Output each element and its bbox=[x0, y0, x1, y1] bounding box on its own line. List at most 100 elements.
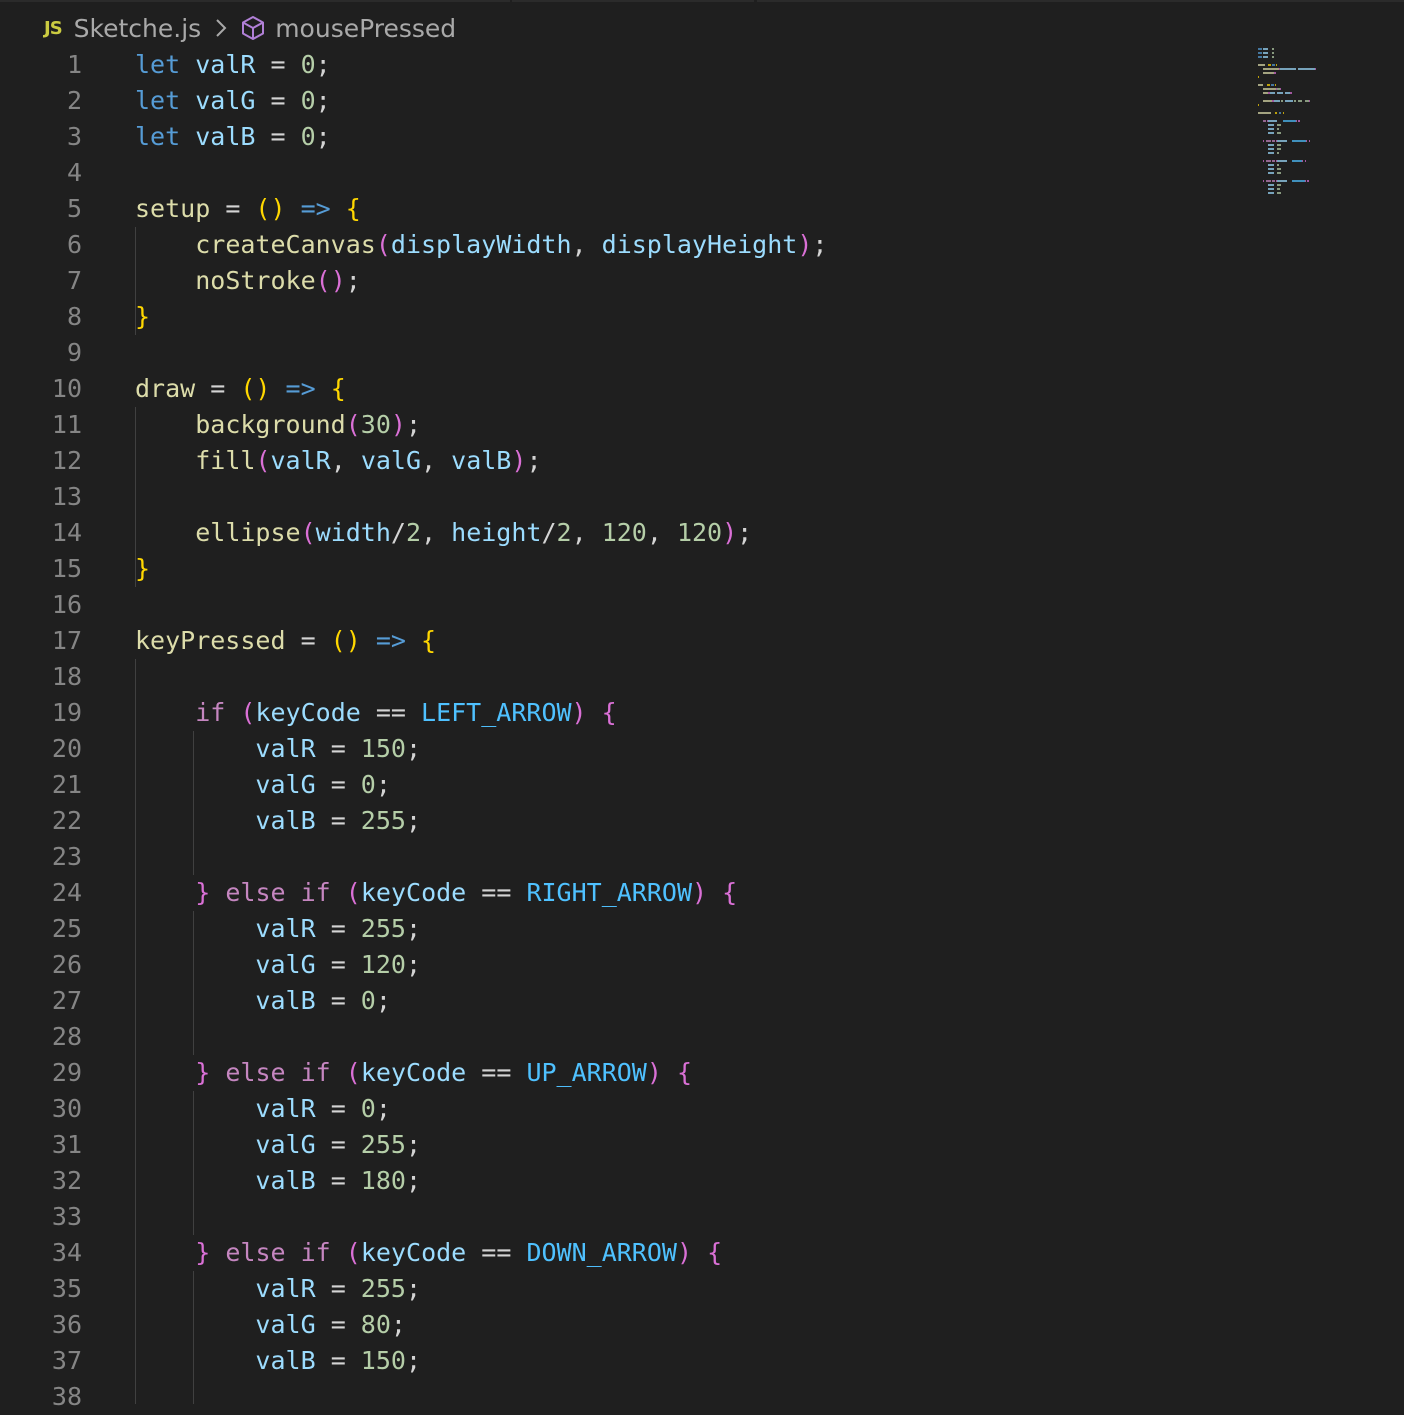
tab-edge-segment bbox=[512, 0, 754, 2]
code-token: valR bbox=[255, 734, 316, 763]
minimap-token bbox=[1274, 56, 1275, 58]
code-line[interactable]: 4 bbox=[0, 155, 1240, 191]
code-text: valR = 150; bbox=[135, 731, 421, 767]
code-line[interactable]: 33 bbox=[0, 1199, 1240, 1235]
minimap-line bbox=[1258, 140, 1358, 143]
code-line[interactable]: 5 setup = () => { bbox=[0, 191, 1240, 227]
code-token: keyCode bbox=[360, 878, 467, 907]
code-line[interactable]: 32 valB = 180; bbox=[0, 1163, 1240, 1199]
code-token: ; bbox=[375, 1094, 391, 1123]
code-token: ( bbox=[345, 410, 361, 439]
code-line[interactable]: 27 valB = 0; bbox=[0, 983, 1240, 1019]
code-token: valB bbox=[195, 122, 256, 151]
code-line[interactable]: 31 valG = 255; bbox=[0, 1127, 1240, 1163]
code-line[interactable]: 38 bbox=[0, 1379, 1240, 1415]
minimap-line bbox=[1258, 168, 1358, 171]
code-line[interactable]: 24 } else if (keyCode == RIGHT_ARROW) { bbox=[0, 875, 1240, 911]
code-token: 0 bbox=[300, 122, 316, 151]
code-line[interactable]: 11 background(30); bbox=[0, 407, 1240, 443]
code-line[interactable]: 35 valR = 255; bbox=[0, 1271, 1240, 1307]
code-line[interactable]: 2 let valG = 0; bbox=[0, 83, 1240, 119]
minimap-line bbox=[1258, 88, 1358, 91]
code-line[interactable]: 6 createCanvas(displayWidth, displayHeig… bbox=[0, 227, 1240, 263]
minimap-token bbox=[1258, 144, 1268, 146]
minimap[interactable] bbox=[1258, 48, 1358, 200]
line-number: 35 bbox=[51, 1274, 82, 1303]
code-text: if (keyCode == LEFT_ARROW) { bbox=[135, 695, 617, 731]
code-line[interactable]: 30 valR = 0; bbox=[0, 1091, 1240, 1127]
code-text: noStroke(); bbox=[135, 263, 361, 299]
breadcrumb: JS Sketche.js mousePressed bbox=[44, 8, 456, 48]
code-editor[interactable]: 1 let valR = 0; 2 let valG = 0; 3 let valB = … bbox=[0, 47, 1240, 1415]
code-line[interactable]: 9 bbox=[0, 335, 1240, 371]
code-token: 2 bbox=[405, 518, 422, 547]
code-token: valG bbox=[255, 1130, 316, 1159]
code-line[interactable]: 37 valB = 150; bbox=[0, 1343, 1240, 1379]
code-token: let bbox=[135, 122, 181, 151]
code-line[interactable]: 34 } else if (keyCode == DOWN_ARROW) { bbox=[0, 1235, 1240, 1271]
code-line[interactable]: 16 bbox=[0, 587, 1240, 623]
code-line[interactable]: 17 keyPressed = () => { bbox=[0, 623, 1240, 659]
code-token: = bbox=[315, 770, 361, 799]
code-line[interactable]: 29 } else if (keyCode == UP_ARROW) { bbox=[0, 1055, 1240, 1091]
minimap-line bbox=[1258, 52, 1358, 55]
minimap-token bbox=[1285, 100, 1294, 102]
minimap-line bbox=[1258, 156, 1358, 159]
code-line[interactable]: 26 valG = 120; bbox=[0, 947, 1240, 983]
minimap-line bbox=[1258, 196, 1358, 199]
code-token: keyCode bbox=[360, 1058, 467, 1087]
code-line[interactable]: 18 bbox=[0, 659, 1240, 695]
code-line[interactable]: 10 draw = () => { bbox=[0, 371, 1240, 407]
code-line[interactable]: 13 bbox=[0, 479, 1240, 515]
code-token: = bbox=[210, 194, 256, 223]
code-line[interactable]: 1 let valR = 0; bbox=[0, 47, 1240, 83]
code-line[interactable]: 20 valR = 150; bbox=[0, 731, 1240, 767]
code-line[interactable]: 14 ellipse(width/2, height/2, 120, 120); bbox=[0, 515, 1240, 551]
minimap-token bbox=[1258, 192, 1268, 194]
line-number: 37 bbox=[51, 1346, 82, 1375]
code-line[interactable]: 8} bbox=[0, 299, 1240, 335]
code-token: createCanvas bbox=[195, 230, 376, 259]
breadcrumb-file[interactable]: Sketche.js bbox=[74, 14, 202, 43]
minimap-token bbox=[1291, 180, 1305, 182]
line-number: 23 bbox=[51, 842, 82, 871]
code-line[interactable]: 25 valR = 255; bbox=[0, 911, 1240, 947]
code-line[interactable]: 21 valG = 0; bbox=[0, 767, 1240, 803]
minimap-token bbox=[1281, 144, 1282, 146]
code-token: 255 bbox=[360, 1130, 406, 1159]
minimap-line bbox=[1258, 72, 1358, 75]
code-line[interactable]: 22 valB = 255; bbox=[0, 803, 1240, 839]
code-token: noStroke bbox=[195, 266, 316, 295]
line-number: 19 bbox=[51, 698, 82, 727]
code-line[interactable]: 28 bbox=[0, 1019, 1240, 1055]
minimap-token bbox=[1282, 112, 1284, 114]
code-line[interactable]: 7 noStroke(); bbox=[0, 263, 1240, 299]
code-token: ; bbox=[405, 1130, 422, 1159]
code-line[interactable]: 3 let valB = 0; bbox=[0, 119, 1240, 155]
code-text: let valB = 0; bbox=[135, 119, 331, 155]
code-line[interactable]: 12 fill(valR, valG, valB); bbox=[0, 443, 1240, 479]
line-number: 18 bbox=[51, 662, 82, 691]
code-line[interactable]: 15} bbox=[0, 551, 1240, 587]
minimap-token bbox=[1298, 120, 1300, 122]
code-line[interactable]: 36 valG = 80; bbox=[0, 1307, 1240, 1343]
code-token: { bbox=[601, 698, 617, 727]
code-line[interactable]: 19 if (keyCode == LEFT_ARROW) { bbox=[0, 695, 1240, 731]
code-token: ; bbox=[405, 1166, 422, 1195]
minimap-token bbox=[1280, 188, 1281, 190]
minimap-line bbox=[1258, 176, 1358, 179]
code-line[interactable]: 23 bbox=[0, 839, 1240, 875]
code-text: valG = 80; bbox=[135, 1307, 406, 1343]
line-number: 31 bbox=[51, 1130, 82, 1159]
breadcrumb-symbol[interactable]: mousePressed bbox=[275, 14, 456, 43]
code-token: , bbox=[421, 518, 452, 547]
code-token: == bbox=[360, 698, 422, 727]
minimap-token bbox=[1274, 48, 1275, 50]
code-token: valB bbox=[255, 986, 316, 1015]
